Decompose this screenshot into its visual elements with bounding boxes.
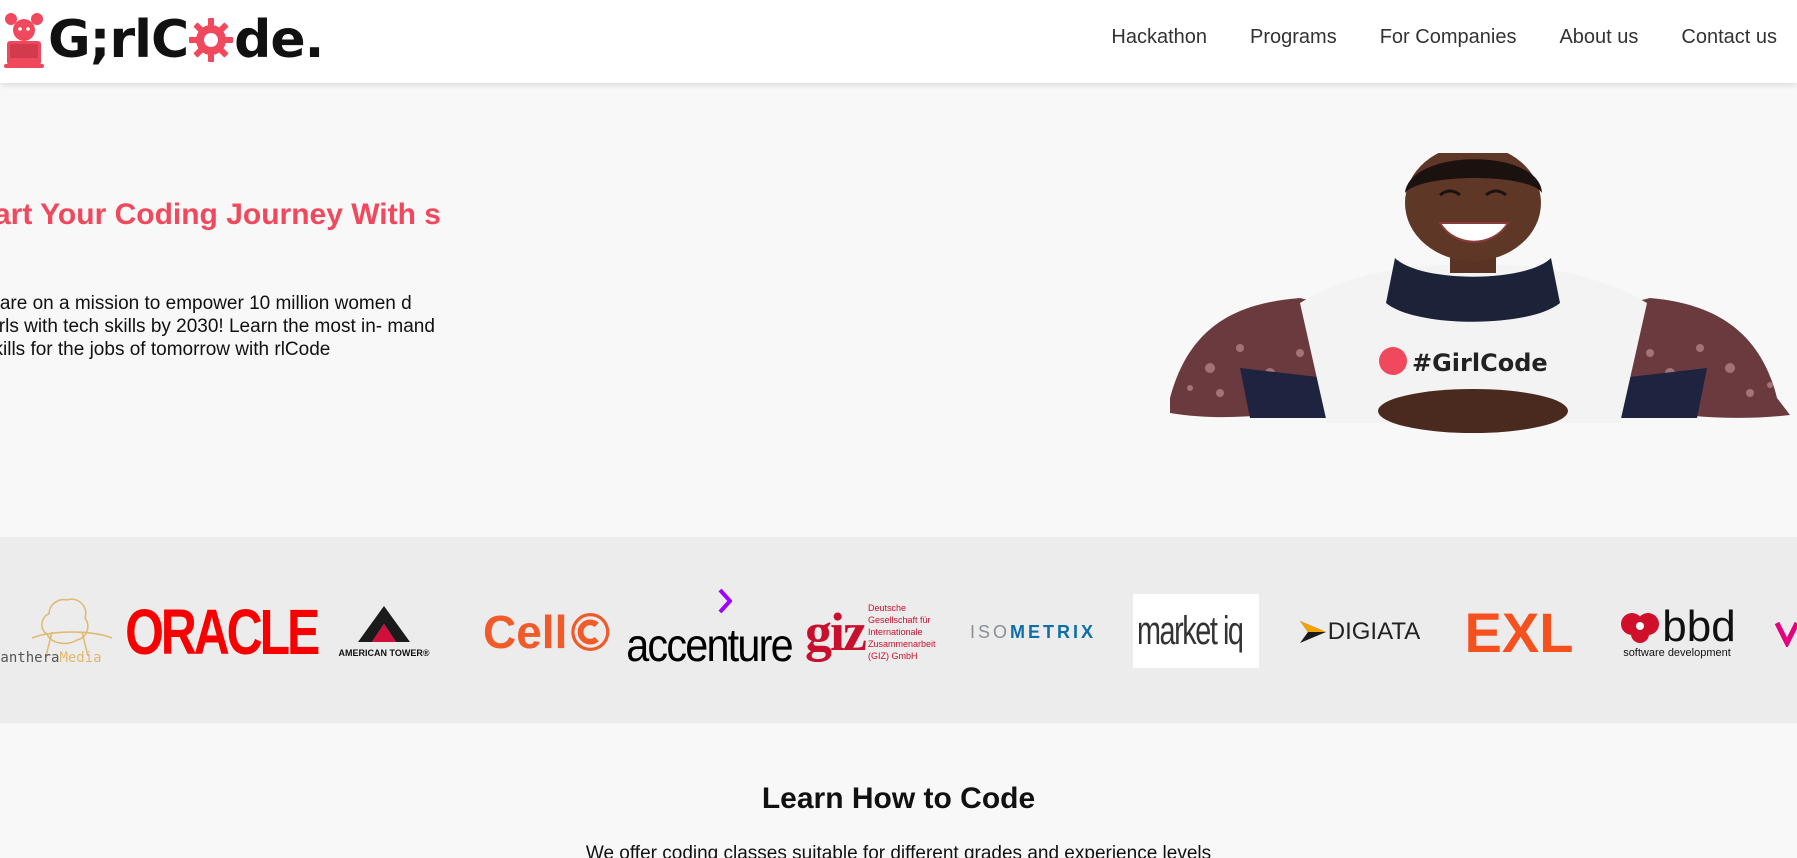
nav-about-us[interactable]: About us — [1559, 26, 1638, 49]
cellc-c-mark — [571, 613, 610, 651]
nav-hackathon[interactable]: Hackathon — [1111, 26, 1207, 49]
exl-logo: EXL — [1464, 600, 1574, 664]
bbd-logo: bbd software development — [1613, 592, 1741, 672]
digiata-logo: DIGIATA — [1296, 592, 1424, 672]
oracle-logo: ORACLE — [124, 596, 320, 668]
hero-title: tart Your Coding Journey With s — [0, 198, 441, 231]
girl-laptop-icon — [2, 10, 46, 70]
logo-text-end: de. — [234, 10, 324, 70]
cellc-logo: Cell — [483, 592, 610, 672]
partners-logo-strip: PantheraMedia ORACLE AMERICAN TOWER® Cel… — [0, 537, 1797, 723]
partial-logo-cutoff — [1775, 592, 1797, 672]
nav-programs[interactable]: Programs — [1250, 26, 1337, 49]
shirt-text: #GirlCode — [1412, 349, 1548, 377]
accenture-logo: accenture — [626, 588, 794, 672]
panthera-media-logo: PantheraMedia — [0, 592, 132, 672]
nav-for-companies[interactable]: For Companies — [1380, 26, 1517, 49]
panthera-media-text: PantheraMedia — [0, 650, 102, 666]
girlcode-logo[interactable]: G;rlC de. — [2, 8, 324, 72]
bbd-mark-icon — [1621, 613, 1660, 643]
hero-description: e are on a mission to empower 10 million… — [0, 293, 435, 360]
learn-section-description: We offer coding classes suitable for dif… — [585, 843, 1212, 858]
gear-icon — [189, 18, 234, 62]
accenture-chevron-icon — [718, 588, 732, 614]
american-tower-logo: AMERICAN TOWER® — [322, 592, 446, 672]
logo-text-start: G;rlC — [48, 10, 189, 70]
learn-section-title: Learn How to Code — [761, 782, 1036, 815]
isometrix-logo: ISO METRIX — [969, 621, 1097, 642]
partial-logo-mark — [1775, 621, 1797, 647]
nav-contact-us[interactable]: Contact us — [1681, 26, 1777, 49]
site-header: G;rlC de. Hackathon Programs For Compani… — [0, 0, 1797, 83]
american-tower-mark — [358, 606, 410, 642]
logo-wordmark: G;rlC de. — [48, 10, 324, 70]
giz-logo: giz Deutsche Gesellschaft für Internatio… — [805, 602, 936, 662]
market-iq-logo: market iq — [1133, 594, 1259, 668]
hero-section: tart Your Coding Journey With s e are on… — [0, 83, 1797, 537]
hero-photo-smiling-girl: #GirlCode — [1150, 145, 1797, 493]
main-nav: Hackathon Programs For Companies About u… — [1111, 26, 1777, 49]
digiata-arrow-icon — [1299, 621, 1326, 643]
